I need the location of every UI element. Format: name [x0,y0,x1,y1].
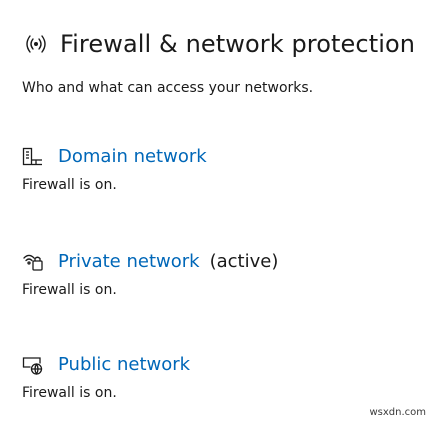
active-badge: (active) [209,251,279,272]
wifi-signal-icon [22,31,50,57]
private-network-title-row: Private network (active) [22,251,278,272]
public-network-status: Firewall is on. [22,385,117,401]
domain-network-link[interactable]: Domain network [58,146,207,167]
page-subtitle: Who and what can access your networks. [22,80,314,96]
domain-network-title-row: Domain network [22,146,207,167]
watermark: wsxdn.com [369,407,426,418]
page-title: Firewall & network protection [60,30,416,58]
private-network-icon [22,252,44,272]
private-network-status: Firewall is on. [22,282,117,298]
public-network-icon [22,355,44,375]
public-network-section: Public network Firewall is on. [22,354,190,401]
domain-network-icon [22,147,44,167]
private-network-link[interactable]: Private network [58,251,200,272]
domain-network-section: Domain network Firewall is on. [22,146,207,193]
public-network-title-row: Public network [22,354,190,375]
public-network-link[interactable]: Public network [58,354,190,375]
page-header: Firewall & network protection [22,30,415,58]
domain-network-status: Firewall is on. [22,177,117,193]
private-network-section: Private network (active) Firewall is on. [22,251,278,298]
